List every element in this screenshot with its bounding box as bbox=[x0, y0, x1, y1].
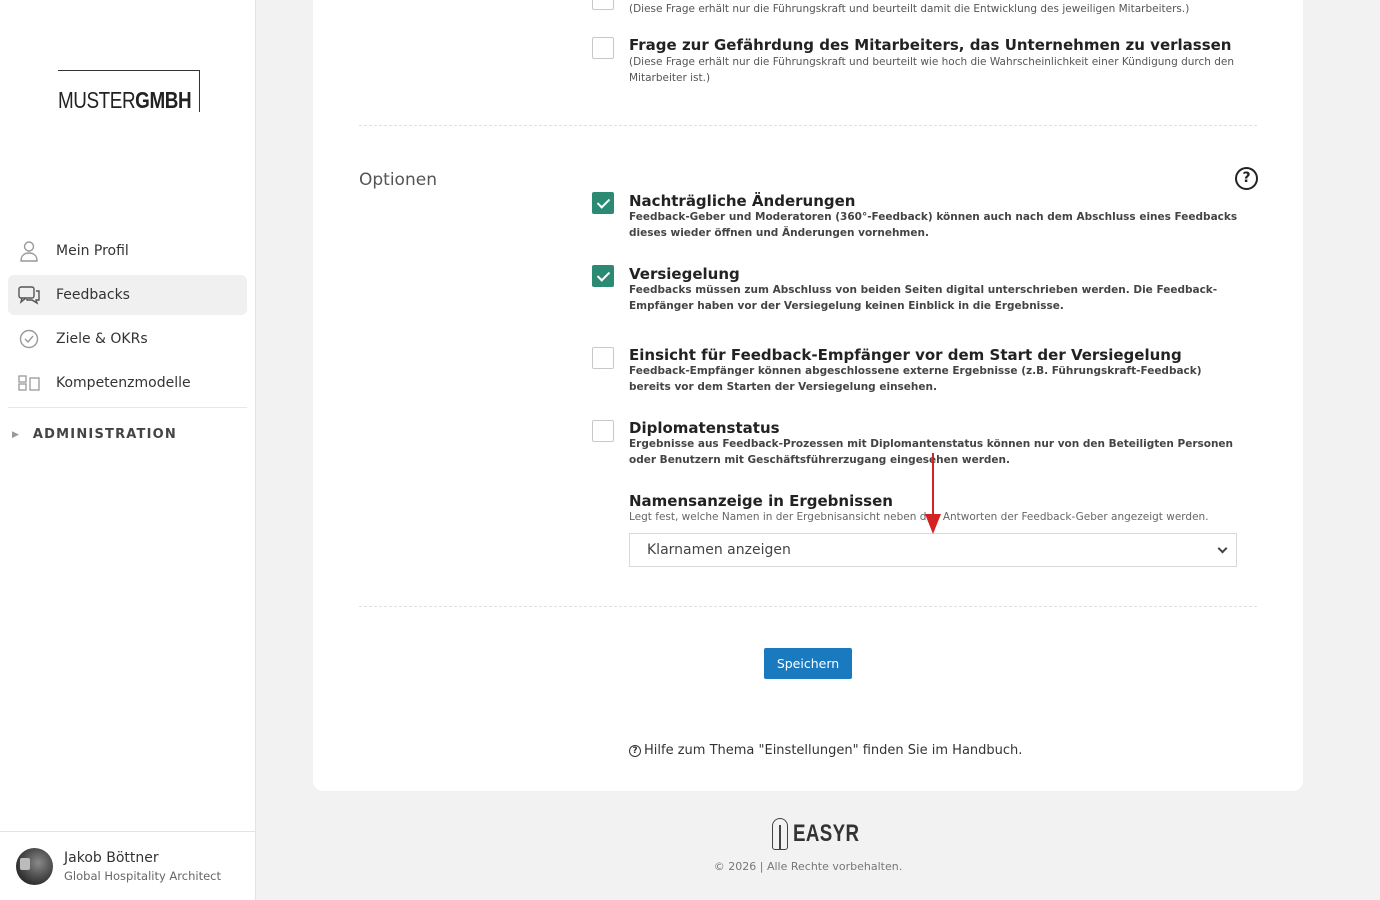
annotation-arrow bbox=[932, 453, 934, 517]
option-description: (Diese Frage erhält nur die Führungskraf… bbox=[629, 56, 1235, 84]
sidebar-item-ziele-okrs[interactable]: Ziele & OKRs bbox=[8, 319, 247, 359]
option-description: Feedbacks müssen zum Abschluss von beide… bbox=[629, 284, 1218, 312]
check-circle-icon bbox=[18, 328, 40, 350]
sidebar-item-mein-profil[interactable]: Mein Profil bbox=[8, 231, 247, 271]
name-display-select[interactable]: Klarnamen anzeigen bbox=[629, 533, 1237, 567]
copyright: © 2026 | Alle Rechte vorbehalten. bbox=[713, 860, 903, 873]
option-description: Feedback-Empfänger können abgeschlossene… bbox=[629, 365, 1202, 393]
option-checkbox[interactable] bbox=[592, 347, 614, 369]
user-icon bbox=[18, 240, 40, 262]
option-title: Versiegelung bbox=[629, 265, 740, 283]
blocks-icon bbox=[18, 372, 40, 394]
select-value: Klarnamen anzeigen bbox=[647, 542, 791, 558]
annotation-arrow-head bbox=[925, 514, 941, 534]
company-logo[interactable]: MUSTERGMBH bbox=[58, 70, 200, 113]
caret-right-icon: ▶ bbox=[12, 429, 19, 440]
save-button[interactable]: Speichern bbox=[764, 648, 852, 679]
help-circle-icon: ? bbox=[629, 744, 641, 757]
section-label: Optionen bbox=[359, 170, 437, 190]
handbook-text: Hilfe zum Thema "Einstellungen" finden S… bbox=[644, 743, 1023, 758]
chat-bubbles-icon bbox=[18, 284, 40, 306]
sidebar-item-label: Kompetenzmodelle bbox=[56, 375, 191, 391]
main-navigation: Mein Profil Feedbacks Ziele & OKRs Kompe… bbox=[8, 231, 247, 407]
footer-brand: EASYR bbox=[793, 820, 860, 847]
chevron-down-icon bbox=[1217, 543, 1228, 554]
option-title: Frage zur Gefährdung des Mitarbeiters, d… bbox=[629, 36, 1232, 54]
sidebar-item-label: Ziele & OKRs bbox=[56, 331, 148, 347]
option-description: (Diese Frage erhält nur die Führungskraf… bbox=[629, 3, 1190, 15]
option-title: Nachträgliche Änderungen bbox=[629, 192, 856, 210]
question-checkbox[interactable] bbox=[592, 0, 614, 10]
sidebar-item-label: Feedbacks bbox=[56, 287, 130, 303]
sidebar-item-kompetenzmodelle[interactable]: Kompetenzmodelle bbox=[8, 363, 247, 403]
option-checkbox[interactable] bbox=[592, 192, 614, 214]
logo-text-bold: GMBH bbox=[135, 87, 192, 113]
sidebar: MUSTERGMBH Mein Profil Feedbacks Ziele &… bbox=[0, 0, 256, 900]
section-divider bbox=[359, 606, 1257, 607]
sidebar-item-label: Mein Profil bbox=[56, 243, 129, 259]
easyr-mark-icon bbox=[772, 818, 788, 850]
option-description: Feedback-Geber und Moderatoren (360°-Fee… bbox=[629, 211, 1238, 239]
nav-divider bbox=[8, 407, 247, 408]
logo-text-thin: MUSTER bbox=[58, 87, 136, 113]
option-checkbox[interactable] bbox=[592, 265, 614, 287]
option-description: Ergebnisse aus Feedback-Prozessen mit Di… bbox=[629, 438, 1234, 466]
option-title: Diplomatenstatus bbox=[629, 419, 780, 437]
option-title: Namensanzeige in Ergebnissen bbox=[629, 492, 893, 510]
admin-label: ADMINISTRATION bbox=[32, 427, 177, 442]
sidebar-item-administration[interactable]: ▶ ADMINISTRATION bbox=[12, 427, 177, 442]
help-icon[interactable]: ? bbox=[1235, 167, 1258, 190]
question-checkbox[interactable] bbox=[592, 37, 614, 59]
handbook-help-link[interactable]: ? Hilfe zum Thema "Einstellungen" finden… bbox=[629, 743, 1022, 758]
option-checkbox[interactable] bbox=[592, 420, 614, 442]
footer-logo: EASYR bbox=[772, 818, 878, 850]
sidebar-item-feedbacks[interactable]: Feedbacks bbox=[8, 275, 247, 315]
option-title: Einsicht für Feedback-Empfänger vor dem … bbox=[629, 346, 1182, 364]
section-divider bbox=[359, 125, 1257, 126]
